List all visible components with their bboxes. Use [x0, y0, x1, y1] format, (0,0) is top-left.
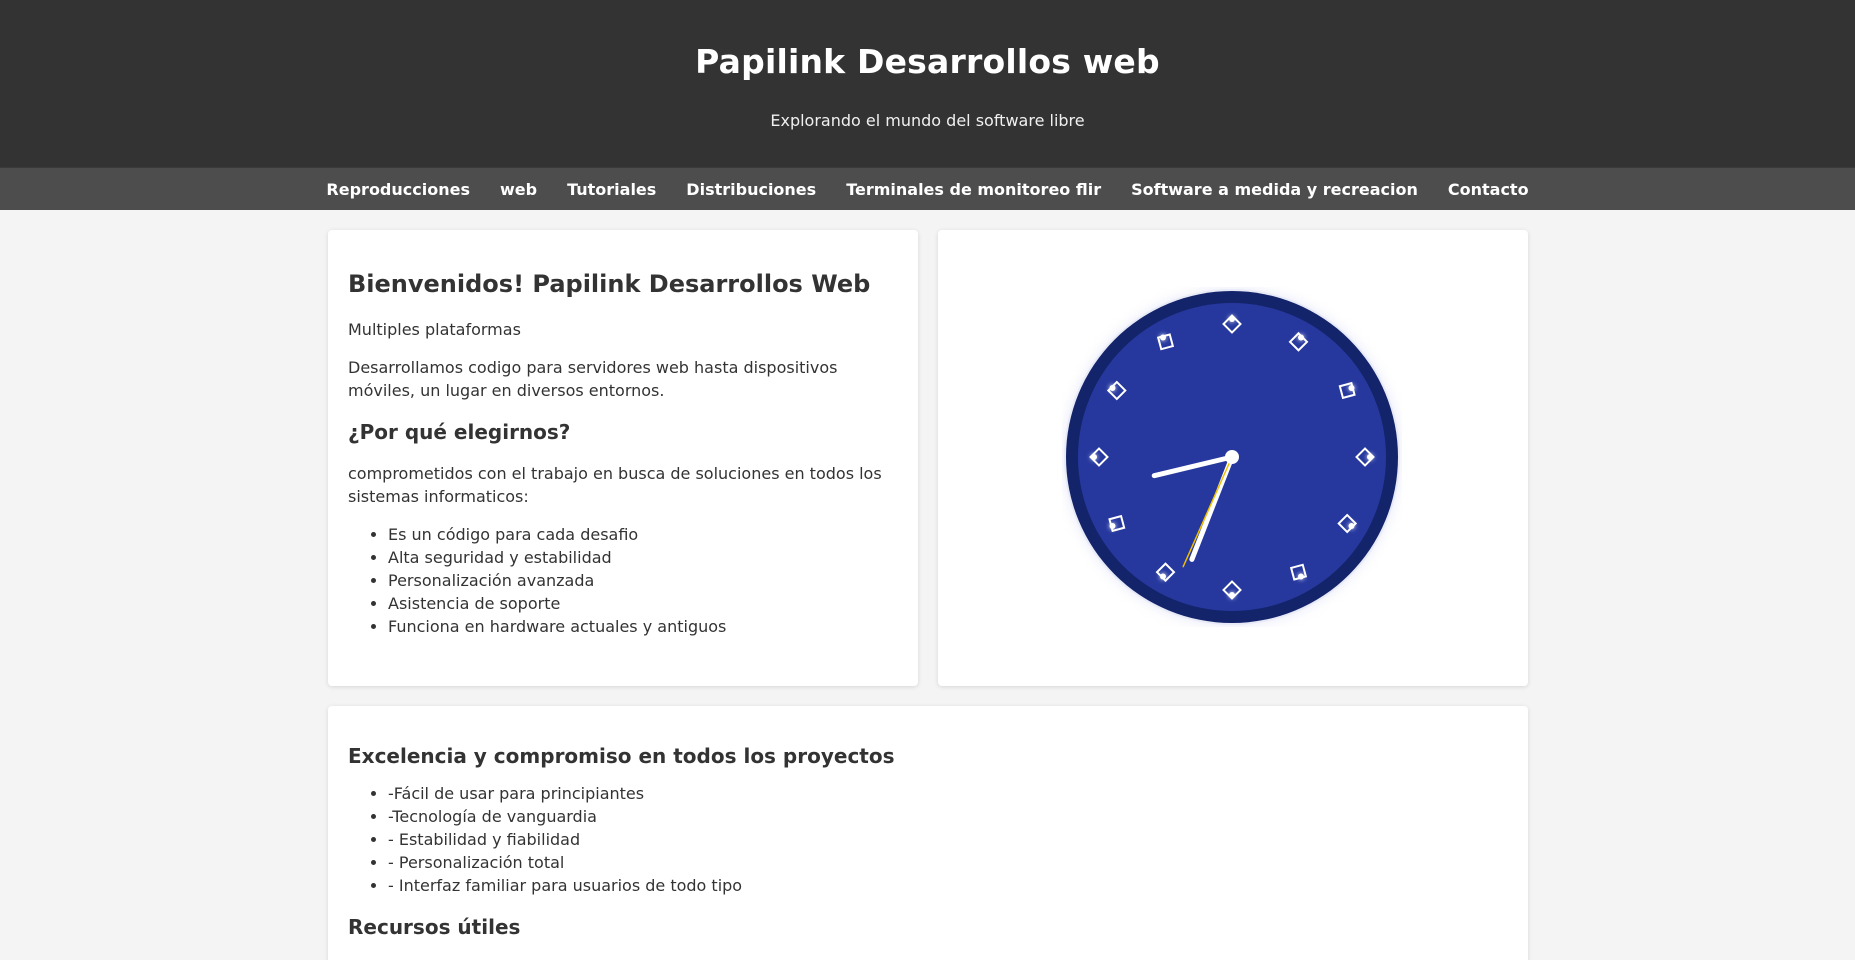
list-item: Alta seguridad y estabilidad — [388, 546, 898, 569]
nav-link-software-medida[interactable]: Software a medida y recreacion — [1116, 180, 1433, 199]
excellence-card: Excelencia y compromiso en todos los pro… — [328, 706, 1528, 960]
welcome-subtitle: Multiples plataformas — [348, 320, 521, 339]
top-row: Bienvenidos! Papilink Desarrollos Web Mu… — [328, 230, 1528, 686]
why-heading: ¿Por qué elegirnos? — [348, 420, 571, 444]
excellence-heading: Excelencia y compromiso en todos los pro… — [348, 744, 895, 768]
clock-card — [938, 230, 1528, 686]
nav-link-contacto[interactable]: Contacto — [1433, 180, 1544, 199]
list-item: Es un código para cada desafio — [388, 523, 898, 546]
resources-heading: Recursos útiles — [348, 915, 521, 939]
features-list: Es un código para cada desafio Alta segu… — [388, 523, 898, 638]
excellence-list: -Fácil de usar para principiantes -Tecno… — [388, 782, 1508, 897]
welcome-card: Bienvenidos! Papilink Desarrollos Web Mu… — [328, 230, 918, 686]
list-item: -Tecnología de vanguardia — [388, 805, 1508, 828]
nav-link-distribuciones[interactable]: Distribuciones — [671, 180, 831, 199]
analog-clock-icon — [1064, 289, 1400, 625]
site-tagline: Explorando el mundo del software libre — [770, 111, 1085, 130]
site-title: Papilink Desarrollos web — [695, 42, 1160, 81]
welcome-intro: Desarrollamos codigo para servidores web… — [348, 358, 838, 400]
list-item: -Fácil de usar para principiantes — [388, 782, 1508, 805]
list-item: Personalización avanzada — [388, 569, 898, 592]
list-item: Funciona en hardware actuales y antiguos — [388, 615, 898, 638]
list-item: - Personalización total — [388, 851, 1508, 874]
nav-link-reproducciones[interactable]: Reproducciones — [311, 180, 485, 199]
site-header: Papilink Desarrollos web Explorando el m… — [0, 0, 1855, 167]
clock-hub — [1225, 450, 1239, 464]
main-content: Bienvenidos! Papilink Desarrollos Web Mu… — [328, 230, 1528, 960]
nav-link-tutoriales[interactable]: Tutoriales — [552, 180, 671, 199]
main-nav: Reproducciones web Tutoriales Distribuci… — [0, 167, 1855, 210]
why-text: comprometidos con el trabajo en busca de… — [348, 464, 882, 506]
list-item: Asistencia de soporte — [388, 592, 898, 615]
nav-link-web[interactable]: web — [485, 180, 552, 199]
list-item: - Interfaz familiar para usuarios de tod… — [388, 874, 1508, 897]
welcome-heading: Bienvenidos! Papilink Desarrollos Web — [348, 270, 871, 298]
nav-link-terminales-flir[interactable]: Terminales de monitoreo flir — [831, 180, 1116, 199]
list-item: - Estabilidad y fiabilidad — [388, 828, 1508, 851]
